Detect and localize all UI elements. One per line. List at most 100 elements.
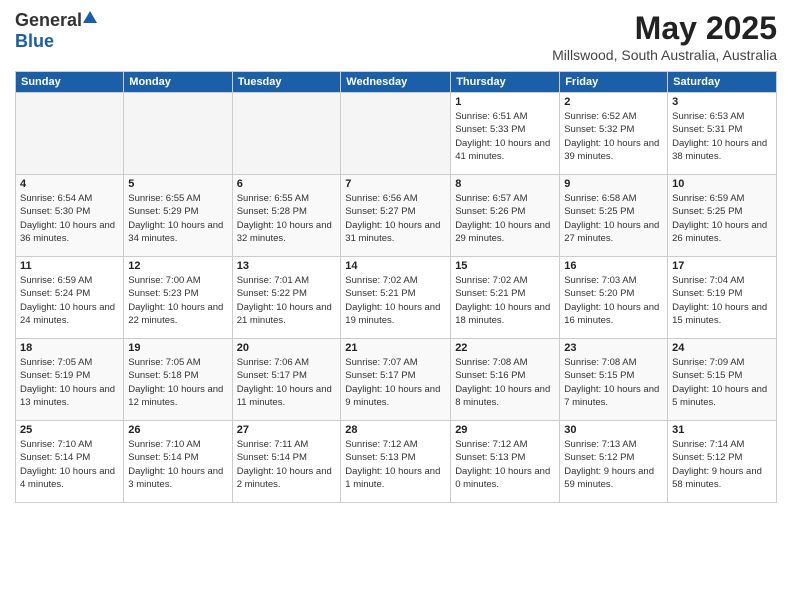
day-info: Sunrise: 6:52 AM Sunset: 5:32 PM Dayligh… — [564, 110, 663, 163]
day-number: 9 — [564, 178, 663, 190]
day-info: Sunrise: 6:59 AM Sunset: 5:24 PM Dayligh… — [20, 274, 119, 327]
day-number: 25 — [20, 424, 119, 436]
day-info: Sunrise: 7:00 AM Sunset: 5:23 PM Dayligh… — [128, 274, 227, 327]
day-info: Sunrise: 6:59 AM Sunset: 5:25 PM Dayligh… — [672, 192, 772, 245]
logo-blue: Blue — [15, 31, 54, 51]
day-number: 2 — [564, 96, 663, 108]
day-number: 14 — [345, 260, 446, 272]
day-info: Sunrise: 7:08 AM Sunset: 5:16 PM Dayligh… — [455, 356, 555, 409]
table-row: 12 Sunrise: 7:00 AM Sunset: 5:23 PM Dayli… — [124, 257, 232, 339]
day-number: 24 — [672, 342, 772, 354]
table-row — [232, 93, 341, 175]
day-number: 22 — [455, 342, 555, 354]
day-info: Sunrise: 7:10 AM Sunset: 5:14 PM Dayligh… — [20, 438, 119, 491]
day-info: Sunrise: 7:12 AM Sunset: 5:13 PM Dayligh… — [345, 438, 446, 491]
day-info: Sunrise: 6:51 AM Sunset: 5:33 PM Dayligh… — [455, 110, 555, 163]
table-row: 1Sunrise: 6:51 AM Sunset: 5:33 PM Daylig… — [451, 93, 560, 175]
day-info: Sunrise: 7:02 AM Sunset: 5:21 PM Dayligh… — [455, 274, 555, 327]
logo-arrow-icon — [83, 11, 97, 23]
day-number: 12 — [128, 260, 227, 272]
day-info: Sunrise: 7:09 AM Sunset: 5:15 PM Dayligh… — [672, 356, 772, 409]
day-info: Sunrise: 7:06 AM Sunset: 5:17 PM Dayligh… — [237, 356, 337, 409]
day-number: 27 — [237, 424, 337, 436]
day-number: 29 — [455, 424, 555, 436]
table-row: 22 Sunrise: 7:08 AM Sunset: 5:16 PM Dayli… — [451, 339, 560, 421]
day-info: Sunrise: 6:58 AM Sunset: 5:25 PM Dayligh… — [564, 192, 663, 245]
header-sunday: Sunday — [16, 72, 124, 93]
table-row — [16, 93, 124, 175]
table-row: 30 Sunrise: 7:13 AM Sunset: 5:12 PM Dayli… — [560, 421, 668, 503]
day-info: Sunrise: 7:05 AM Sunset: 5:19 PM Dayligh… — [20, 356, 119, 409]
day-number: 11 — [20, 260, 119, 272]
logo-text: General Blue — [15, 10, 98, 52]
calendar-week-row: 25 Sunrise: 7:10 AM Sunset: 5:14 PM Dayli… — [16, 421, 777, 503]
calendar-week-row: 1Sunrise: 6:51 AM Sunset: 5:33 PM Daylig… — [16, 93, 777, 175]
day-info: Sunrise: 7:04 AM Sunset: 5:19 PM Dayligh… — [672, 274, 772, 327]
calendar-header-row: Sunday Monday Tuesday Wednesday Thursday… — [16, 72, 777, 93]
day-number: 8 — [455, 178, 555, 190]
table-row: 9 Sunrise: 6:58 AM Sunset: 5:25 PM Daylig… — [560, 175, 668, 257]
table-row: 15 Sunrise: 7:02 AM Sunset: 5:21 PM Dayli… — [451, 257, 560, 339]
table-row: 23 Sunrise: 7:08 AM Sunset: 5:15 PM Dayli… — [560, 339, 668, 421]
day-number: 17 — [672, 260, 772, 272]
day-number: 20 — [237, 342, 337, 354]
table-row — [124, 93, 232, 175]
table-row: 20 Sunrise: 7:06 AM Sunset: 5:17 PM Dayli… — [232, 339, 341, 421]
table-row: 5Sunrise: 6:55 AM Sunset: 5:29 PM Daylig… — [124, 175, 232, 257]
day-number: 21 — [345, 342, 446, 354]
day-number: 26 — [128, 424, 227, 436]
header-saturday: Saturday — [668, 72, 777, 93]
title-section: May 2025 Millswood, South Australia, Aus… — [552, 10, 777, 63]
day-info: Sunrise: 6:55 AM Sunset: 5:29 PM Dayligh… — [128, 192, 227, 245]
day-number: 15 — [455, 260, 555, 272]
day-info: Sunrise: 7:11 AM Sunset: 5:14 PM Dayligh… — [237, 438, 337, 491]
day-info: Sunrise: 6:56 AM Sunset: 5:27 PM Dayligh… — [345, 192, 446, 245]
table-row: 27 Sunrise: 7:11 AM Sunset: 5:14 PM Dayli… — [232, 421, 341, 503]
table-row: 4 Sunrise: 6:54 AM Sunset: 5:30 PM Daylig… — [16, 175, 124, 257]
day-number: 18 — [20, 342, 119, 354]
table-row: 17 Sunrise: 7:04 AM Sunset: 5:19 PM Dayli… — [668, 257, 777, 339]
day-number: 4 — [20, 178, 119, 190]
day-info: Sunrise: 7:14 AM Sunset: 5:12 PM Dayligh… — [672, 438, 772, 491]
table-row: 6Sunrise: 6:55 AM Sunset: 5:28 PM Daylig… — [232, 175, 341, 257]
day-number: 6 — [237, 178, 337, 190]
page-header: General Blue May 2025 Millswood, South A… — [15, 10, 777, 63]
table-row — [341, 93, 451, 175]
day-number: 10 — [672, 178, 772, 190]
header-thursday: Thursday — [451, 72, 560, 93]
day-info: Sunrise: 7:01 AM Sunset: 5:22 PM Dayligh… — [237, 274, 337, 327]
calendar-week-row: 4 Sunrise: 6:54 AM Sunset: 5:30 PM Daylig… — [16, 175, 777, 257]
day-info: Sunrise: 6:53 AM Sunset: 5:31 PM Dayligh… — [672, 110, 772, 163]
table-row: 21 Sunrise: 7:07 AM Sunset: 5:17 PM Dayli… — [341, 339, 451, 421]
logo: General Blue — [15, 10, 98, 52]
table-row: 7 Sunrise: 6:56 AM Sunset: 5:27 PM Daylig… — [341, 175, 451, 257]
day-info: Sunrise: 7:12 AM Sunset: 5:13 PM Dayligh… — [455, 438, 555, 491]
day-info: Sunrise: 6:54 AM Sunset: 5:30 PM Dayligh… — [20, 192, 119, 245]
table-row: 16Sunrise: 7:03 AM Sunset: 5:20 PM Dayli… — [560, 257, 668, 339]
header-monday: Monday — [124, 72, 232, 93]
month-title: May 2025 — [552, 10, 777, 47]
day-number: 7 — [345, 178, 446, 190]
calendar-week-row: 18 Sunrise: 7:05 AM Sunset: 5:19 PM Dayli… — [16, 339, 777, 421]
table-row: 2 Sunrise: 6:52 AM Sunset: 5:32 PM Daylig… — [560, 93, 668, 175]
table-row: 19 Sunrise: 7:05 AM Sunset: 5:18 PM Dayli… — [124, 339, 232, 421]
header-tuesday: Tuesday — [232, 72, 341, 93]
calendar-page: General Blue May 2025 Millswood, South A… — [0, 0, 792, 612]
day-info: Sunrise: 7:08 AM Sunset: 5:15 PM Dayligh… — [564, 356, 663, 409]
day-info: Sunrise: 7:05 AM Sunset: 5:18 PM Dayligh… — [128, 356, 227, 409]
table-row: 18 Sunrise: 7:05 AM Sunset: 5:19 PM Dayli… — [16, 339, 124, 421]
logo-general: General — [15, 10, 82, 30]
day-number: 30 — [564, 424, 663, 436]
day-number: 23 — [564, 342, 663, 354]
day-info: Sunrise: 7:13 AM Sunset: 5:12 PM Dayligh… — [564, 438, 663, 491]
table-row: 25 Sunrise: 7:10 AM Sunset: 5:14 PM Dayli… — [16, 421, 124, 503]
calendar-table: Sunday Monday Tuesday Wednesday Thursday… — [15, 71, 777, 503]
day-number: 19 — [128, 342, 227, 354]
table-row: 26 Sunrise: 7:10 AM Sunset: 5:14 PM Dayli… — [124, 421, 232, 503]
day-info: Sunrise: 7:03 AM Sunset: 5:20 PM Dayligh… — [564, 274, 663, 327]
day-info: Sunrise: 7:10 AM Sunset: 5:14 PM Dayligh… — [128, 438, 227, 491]
day-info: Sunrise: 7:07 AM Sunset: 5:17 PM Dayligh… — [345, 356, 446, 409]
table-row: 29 Sunrise: 7:12 AM Sunset: 5:13 PM Dayli… — [451, 421, 560, 503]
calendar-week-row: 11 Sunrise: 6:59 AM Sunset: 5:24 PM Dayli… — [16, 257, 777, 339]
table-row: 10 Sunrise: 6:59 AM Sunset: 5:25 PM Dayli… — [668, 175, 777, 257]
